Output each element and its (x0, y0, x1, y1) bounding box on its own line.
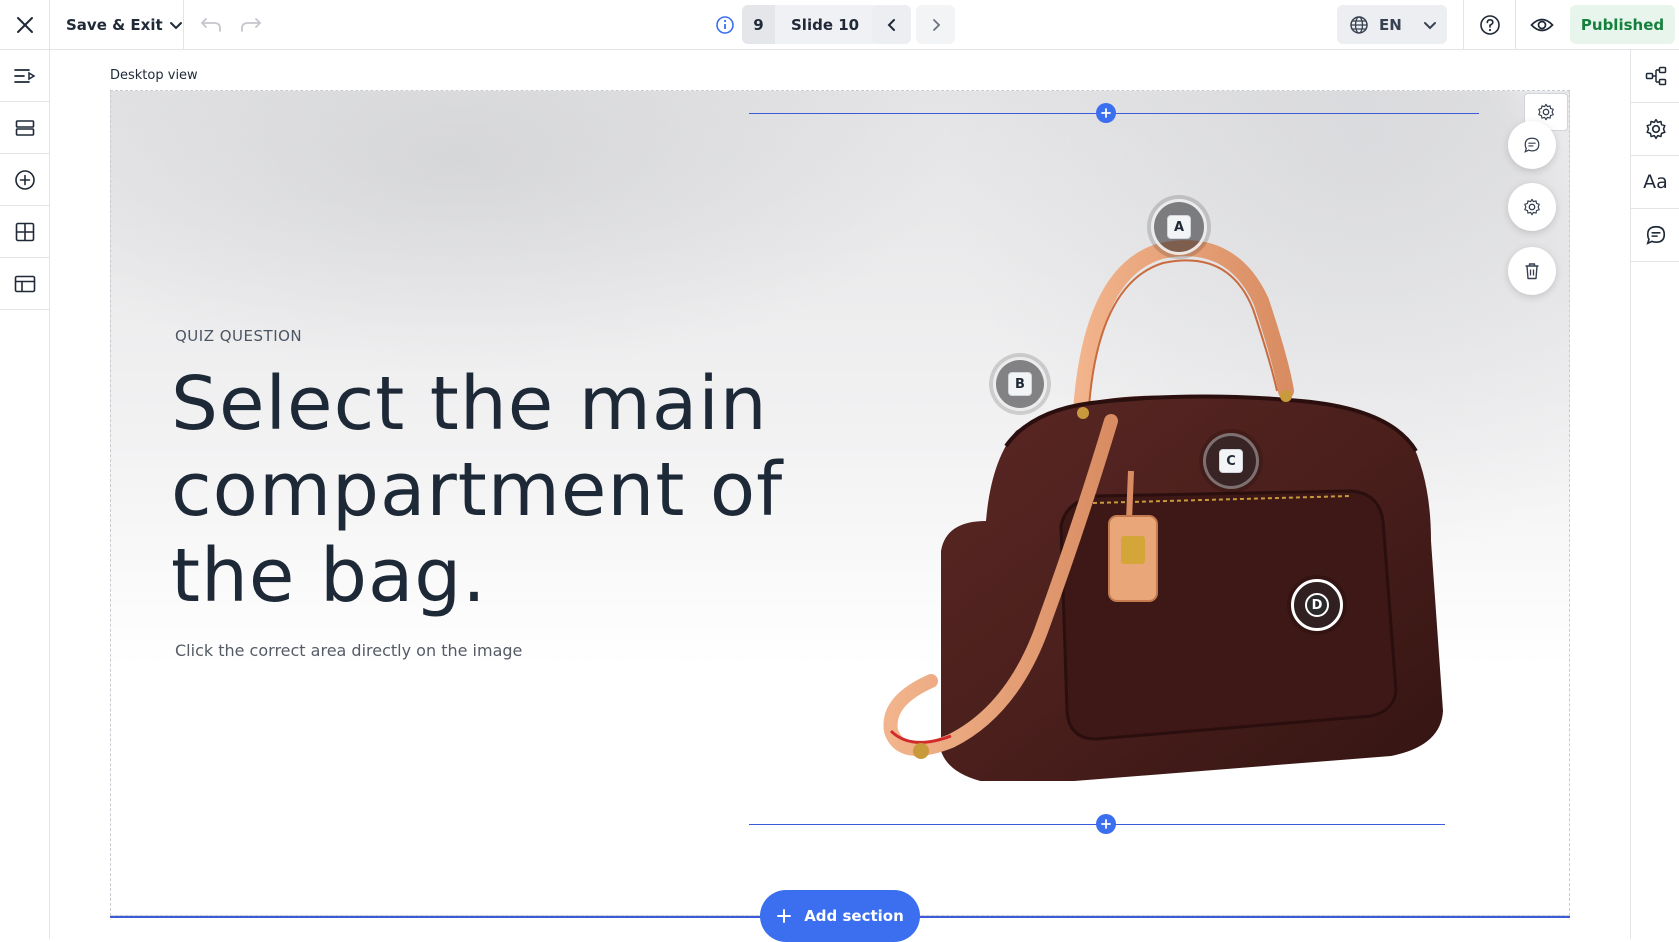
grid-icon (15, 222, 34, 241)
preview-button[interactable] (1515, 0, 1567, 49)
layers-button[interactable] (0, 102, 49, 154)
quiz-kicker[interactable]: QUIZ QUESTION (175, 327, 302, 345)
hotspot-label: D (1305, 593, 1329, 617)
redo-icon (241, 17, 262, 32)
settings-icon (1645, 118, 1666, 140)
hotspot-label: A (1167, 215, 1191, 239)
share-nodes-icon (1645, 66, 1666, 86)
chevron-right-icon (932, 18, 940, 31)
save-exit-label: Save & Exit (66, 15, 163, 34)
help-button[interactable] (1463, 0, 1515, 49)
hotspot-c[interactable]: C (1203, 433, 1259, 489)
eye-icon (1529, 18, 1554, 31)
delete-button[interactable] (1508, 247, 1556, 295)
left-toolbar (0, 50, 50, 939)
undo-button[interactable] (196, 0, 226, 49)
chevron-down-icon (169, 21, 182, 29)
trash-icon (1525, 263, 1539, 280)
globe-icon (1350, 15, 1368, 34)
top-toolbar: Save & Exit 9 Slide 10 EN Published (0, 0, 1679, 50)
add-element-button[interactable] (0, 154, 49, 206)
settings-button[interactable] (1631, 103, 1679, 156)
comments-panel-button[interactable] (1631, 209, 1679, 262)
close-button[interactable] (0, 0, 50, 49)
previous-slide-button[interactable] (872, 5, 911, 44)
layout-icon (14, 275, 35, 292)
plus-icon (1101, 819, 1111, 829)
quiz-instructions[interactable]: Click the correct area directly on the i… (175, 641, 522, 660)
outline-button[interactable] (0, 50, 49, 102)
insert-block-button[interactable] (1096, 814, 1116, 834)
next-slide-button[interactable] (916, 5, 955, 44)
language-selector[interactable]: EN (1337, 5, 1447, 44)
slide-selector[interactable]: 9 Slide 10 (742, 5, 880, 44)
help-icon (1479, 14, 1500, 35)
info-button[interactable] (710, 0, 740, 49)
hotspot-d[interactable]: D (1291, 579, 1343, 631)
add-circle-icon (14, 169, 35, 190)
view-mode-label: Desktop view (110, 68, 198, 83)
handbag-image[interactable] (831, 191, 1471, 781)
templates-button[interactable] (0, 258, 49, 310)
connections-button[interactable] (1631, 50, 1679, 103)
plus-icon (1101, 108, 1111, 118)
slide-name: Slide 10 (791, 15, 860, 34)
hotspot-b[interactable]: B (993, 357, 1047, 411)
comment-button[interactable] (1508, 121, 1556, 169)
blocks-button[interactable] (0, 206, 49, 258)
typography-icon: Aa (1643, 171, 1668, 193)
gear-icon (1538, 103, 1554, 121)
insert-block-button[interactable] (1096, 103, 1116, 123)
published-status-button[interactable]: Published (1570, 5, 1675, 44)
outline-icon (13, 68, 35, 83)
element-settings-button[interactable] (1508, 183, 1556, 231)
hotspot-label: C (1219, 449, 1243, 473)
slide-number: 9 (742, 5, 775, 44)
info-icon (716, 15, 734, 34)
redo-button[interactable] (236, 0, 266, 49)
hotspot-a[interactable]: A (1151, 199, 1207, 255)
plus-icon (777, 909, 792, 923)
add-section-label: Add section (804, 907, 904, 925)
right-toolbar: Aa (1630, 50, 1679, 939)
layers-icon (15, 119, 34, 136)
gear-icon (1524, 198, 1540, 216)
save-exit-button[interactable]: Save & Exit (50, 0, 184, 49)
close-icon (16, 16, 33, 33)
chevron-left-icon (887, 18, 895, 31)
comment-icon (1524, 137, 1540, 153)
language-code: EN (1379, 15, 1402, 34)
slide-section[interactable]: QUIZ QUESTION Select the main compartmen… (110, 90, 1570, 916)
chevron-down-icon (1424, 21, 1436, 29)
quiz-headline[interactable]: Select the main compartment of the bag. (171, 361, 791, 619)
undo-icon (200, 17, 221, 32)
hotspot-label: B (1008, 372, 1032, 396)
editor-canvas: Desktop view QUIZ QUESTION Select the ma… (50, 50, 1630, 942)
comment-icon (1645, 225, 1665, 245)
typography-button[interactable]: Aa (1631, 156, 1679, 209)
add-section-button[interactable]: Add section (760, 890, 920, 942)
